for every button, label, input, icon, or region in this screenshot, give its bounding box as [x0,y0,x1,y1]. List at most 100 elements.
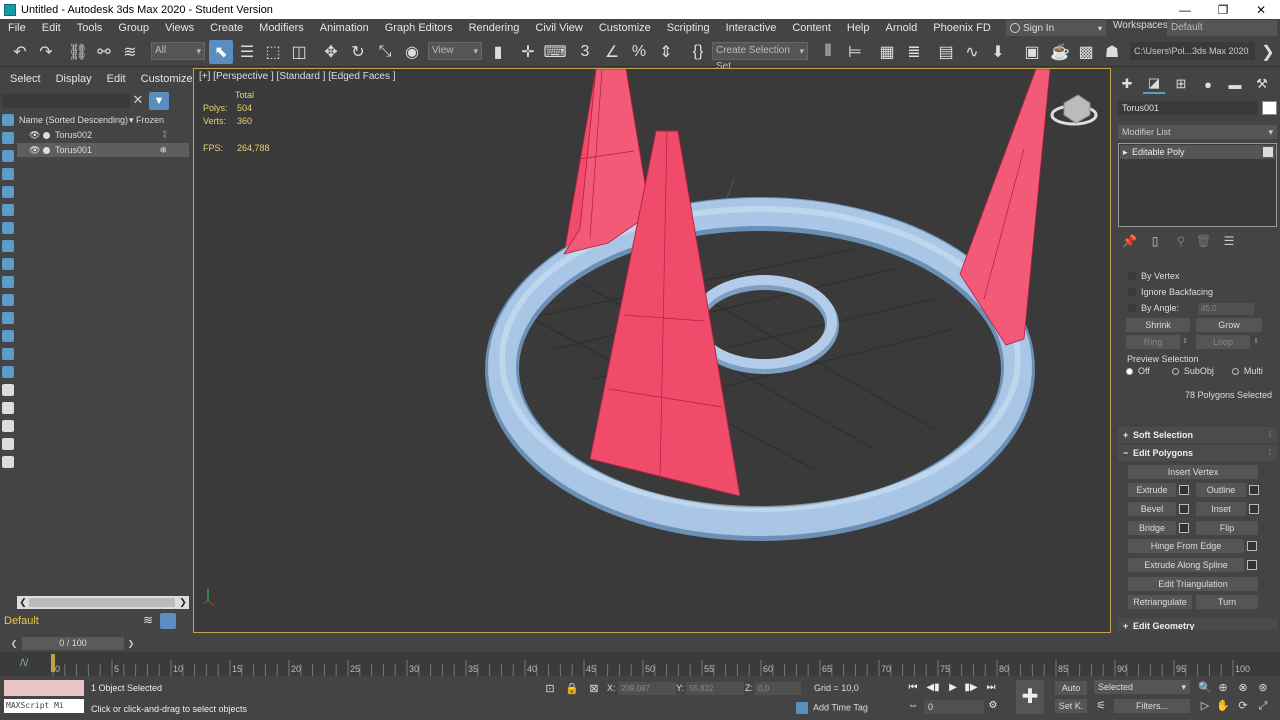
sync-selection-icon[interactable] [2,384,14,396]
mirror-icon[interactable]: ⫴ [816,40,840,64]
menu-content[interactable]: Content [784,22,839,34]
bind-spacewarp-icon[interactable]: ≋ [118,40,142,64]
visibility-eye-icon[interactable]: 👁 [29,130,41,141]
hierarchy-tab-icon[interactable]: ⊞ [1170,74,1192,94]
display-bones-icon[interactable] [2,258,14,270]
scroll-right-icon[interactable]: ❯ [177,596,189,609]
key-mode-toggle-icon[interactable]: ⇔ [905,699,921,713]
zoom-icon[interactable]: 🔍 [1198,681,1212,695]
menu-scripting[interactable]: Scripting [659,22,718,34]
display-tab-icon[interactable]: ▬ [1224,74,1246,94]
display-spacewarps-icon[interactable] [2,204,14,216]
track-bar[interactable]: /\/ 0 5 10 15 20 25 30 35 40 45 50 55 60 65 70 75 80 85 90… [0,652,1280,676]
set-key-big-button[interactable]: ✚ [1016,680,1044,714]
edit-geometry-rollout[interactable]: Edit Geometry [1118,618,1277,630]
scene-row-torus002[interactable]: 👁 Torus002 ⁑ [17,128,189,142]
pan-view-icon[interactable]: ✋ [1216,699,1230,713]
menu-tools[interactable]: Tools [69,22,111,34]
rotate-icon[interactable]: ↻ [346,40,370,64]
close-button[interactable]: ✕ [1242,0,1280,19]
turn-button[interactable]: Turn [1196,595,1258,609]
render-frame-icon[interactable]: ☕ [1048,40,1072,64]
scroll-thumb[interactable] [29,598,175,607]
remove-modifier-icon[interactable]: 🗑 [1196,234,1211,248]
angle-spinner-input[interactable]: 45,0 [1198,303,1254,315]
render-setup-icon[interactable]: ▣ [1020,40,1044,64]
retriangulate-button[interactable]: Retriangulate [1128,595,1192,609]
outline-settings-icon[interactable] [1249,485,1259,495]
display-frozen-icon[interactable] [2,294,14,306]
zoom-extents-all-icon[interactable]: ⊛ [1256,681,1270,695]
by-vertex-checkbox[interactable]: By Vertex [1128,271,1180,281]
zoom-all-icon[interactable]: ⊕ [1216,681,1230,695]
viewcube-gizmo[interactable] [1050,94,1098,126]
x-coordinate-input[interactable]: 209,087 [618,682,676,695]
key-filters-button[interactable]: Filters... [1114,699,1190,713]
scene-search-input[interactable] [2,94,130,108]
layers-stack-icon[interactable]: ≋ [140,613,156,629]
edit-polygons-rollout[interactable]: Edit Polygons ⁞ [1118,445,1277,461]
tab-edit[interactable]: Edit [97,73,131,91]
menu-animation[interactable]: Animation [312,22,377,34]
loop-spinner-icon[interactable]: ⇕ [1252,335,1260,349]
select-manipulate-icon[interactable]: ✛ [516,40,540,64]
menu-edit[interactable]: Edit [34,22,69,34]
grow-button[interactable]: Grow [1196,318,1262,332]
active-layer-name[interactable]: Default [4,615,39,627]
stack-item-editable-poly[interactable]: Editable Poly [1120,145,1275,159]
object-name-field[interactable]: Torus001 [1118,101,1258,115]
display-xrefs-icon[interactable] [2,240,14,252]
modifier-list-dropdown[interactable]: Modifier List [1118,125,1277,139]
menu-graph-editors[interactable]: Graph Editors [377,22,461,34]
menu-arnold[interactable]: Arnold [878,22,926,34]
close-icon[interactable]: ✕ [131,93,145,107]
menu-file[interactable]: File [0,22,34,34]
bridge-settings-icon[interactable] [1179,523,1189,533]
pin-stack-icon[interactable]: 📌 [1122,234,1137,248]
menu-rendering[interactable]: Rendering [461,22,528,34]
menu-interactive[interactable]: Interactive [718,22,785,34]
rollout-pin-icon[interactable]: ⁞ [1269,427,1271,443]
align-icon[interactable]: ⊨ [843,40,867,64]
select-by-name-icon[interactable]: ☰ [235,40,259,64]
edit-triangulation-button[interactable]: Edit Triangulation [1128,577,1258,591]
next-frame-icon[interactable]: ❯ [125,637,137,650]
highlight-selection-icon[interactable] [2,402,14,414]
hinge-from-edge-button[interactable]: Hinge From Edge [1128,539,1244,553]
show-end-result-icon[interactable]: ▯ [1148,234,1162,248]
curve-editor-icon[interactable]: ▤ [934,40,958,64]
minimize-button[interactable]: — [1166,0,1204,19]
selection-lock-icon[interactable]: 🔒 [565,682,579,696]
menu-group[interactable]: Group [110,22,157,34]
project-folder-path[interactable]: C:\Users\Pol...3ds Max 2020 [1130,42,1255,60]
maxscript-mini-listener[interactable]: MAXScript Mi [4,699,84,713]
list-icon[interactable] [2,456,14,468]
hinge-settings-icon[interactable] [1247,541,1257,551]
perspective-viewport[interactable]: [+] [Perspective ] [Standard ] [Edged Fa… [193,68,1111,633]
display-hidden-icon[interactable] [2,312,14,324]
spinner-snap-icon[interactable]: ⇕ [654,40,678,64]
inset-button[interactable]: Inset [1196,502,1246,516]
selection-filter-dropdown[interactable]: All [151,42,205,60]
time-configuration-icon[interactable]: ⚙ [985,699,1001,713]
z-coordinate-input[interactable]: 0,0 [755,682,801,695]
object-color-swatch[interactable] [1262,101,1277,115]
tab-display[interactable]: Display [46,73,97,91]
extrude-spline-settings-icon[interactable] [1247,560,1257,570]
unlink-icon[interactable]: ⚯ [92,40,116,64]
bevel-button[interactable]: Bevel [1128,502,1176,516]
named-selection-set-dropdown[interactable]: Create Selection Set [712,42,808,72]
previous-key-icon[interactable]: ◀▮ [925,681,941,695]
render-production-icon[interactable]: ▩ [1074,40,1098,64]
create-tab-icon[interactable]: ✚ [1116,74,1138,94]
maxscript-listener-input[interactable] [4,680,84,696]
inset-settings-icon[interactable] [1249,504,1259,514]
tab-customize[interactable]: Customize [131,73,198,91]
scene-horizontal-scrollbar[interactable]: ❮ ❯ [17,596,189,609]
display-groups-icon[interactable] [2,222,14,234]
move-icon[interactable]: ✥ [319,40,343,64]
field-of-view-icon[interactable]: ▷ [1198,699,1212,713]
reference-coordinate-dropdown[interactable]: View [428,42,482,60]
menu-customize[interactable]: Customize [591,22,659,34]
filter-icon[interactable]: ▼ [149,92,169,110]
